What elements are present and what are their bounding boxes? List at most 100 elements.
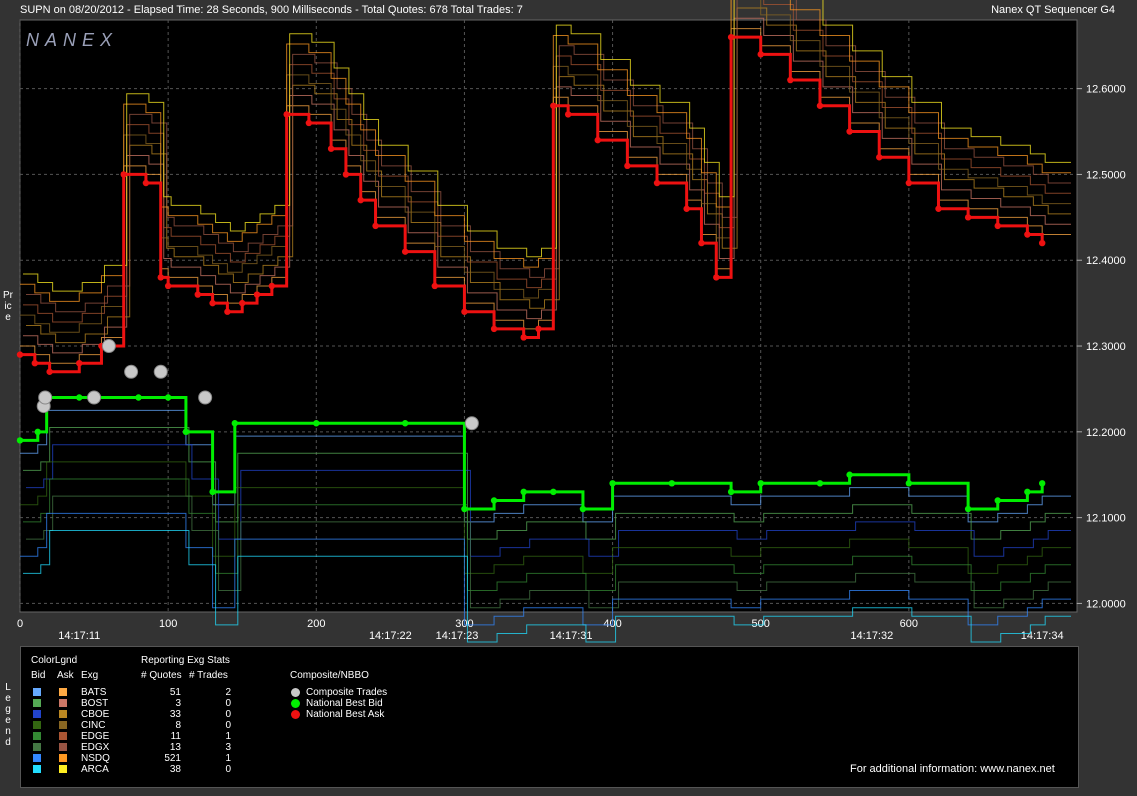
exchange-quotes: 3 <box>175 698 181 709</box>
composite-marker <box>291 688 300 697</box>
exchange-quotes: 8 <box>175 720 181 731</box>
bid-swatch <box>33 710 41 718</box>
best-ask-point <box>727 33 735 41</box>
best-ask-point <box>535 325 542 333</box>
best-bid-point <box>401 420 409 427</box>
exchange-name: CINC <box>81 720 106 731</box>
best-bid-point <box>135 394 142 401</box>
col-trades-header: # Trades <box>189 670 228 681</box>
x-tick-label: 100 <box>159 618 177 630</box>
best-ask-point <box>461 308 468 315</box>
exchange-name: BATS <box>81 687 107 698</box>
composite-trade-point <box>124 364 139 379</box>
best-bid-point <box>231 420 239 427</box>
composite-label: National Best Ask <box>306 709 385 720</box>
best-ask-point <box>550 102 557 109</box>
best-bid-point <box>461 505 468 513</box>
best-ask-point <box>224 308 231 315</box>
best-bid-point <box>164 394 172 401</box>
best-bid-point <box>550 488 557 496</box>
best-ask-point <box>490 325 498 333</box>
y-axis-label: Price <box>3 290 13 323</box>
best-bid-point <box>1024 488 1031 496</box>
best-ask-point <box>683 205 690 212</box>
best-ask-point <box>194 291 201 298</box>
composite-trade-point <box>153 364 168 379</box>
best-bid-point <box>1038 480 1046 487</box>
best-ask-point <box>787 76 794 84</box>
best-ask-point <box>1038 239 1046 247</box>
y-tick-label: 12.4000 <box>1086 255 1126 267</box>
y-tick-label: 12.6000 <box>1086 84 1126 96</box>
time-label: 14:17:22 <box>369 630 412 642</box>
x-tick-label: 200 <box>307 618 325 630</box>
best-ask-point <box>142 179 150 187</box>
ask-swatch <box>59 732 67 740</box>
bid-swatch <box>33 732 41 740</box>
composite-trade-point <box>198 390 213 405</box>
best-ask-point <box>46 368 53 375</box>
best-ask-point <box>209 299 216 307</box>
best-bid-point <box>727 488 735 496</box>
best-ask-point <box>305 119 313 127</box>
exchange-trades: 1 <box>225 731 231 742</box>
best-bid-point <box>609 480 616 487</box>
exchange-quotes: 11 <box>170 731 181 742</box>
y-tick-label: 12.5000 <box>1086 169 1126 181</box>
composite-marker <box>291 699 300 708</box>
best-ask-point <box>431 282 438 290</box>
best-bid-point <box>490 497 498 504</box>
exchange-trades: 0 <box>225 764 231 775</box>
best-bid-point <box>16 437 24 444</box>
best-bid-point <box>757 480 764 487</box>
y-tick-label: 12.2000 <box>1086 427 1126 439</box>
stats-title: Reporting Exg Stats <box>141 655 230 666</box>
bid-swatch <box>33 688 41 696</box>
best-bid-point <box>994 497 1001 504</box>
ask-swatch <box>59 765 67 773</box>
best-ask-point <box>357 196 364 204</box>
best-ask-point <box>253 291 261 298</box>
composite-label: Composite Trades <box>306 687 388 698</box>
best-bid-point <box>846 471 853 478</box>
time-label: 14:17:11 <box>58 630 100 642</box>
time-label: 14:17:34 <box>1021 630 1064 642</box>
footer-link[interactable]: For additional information: www.nanex.ne… <box>850 763 1055 775</box>
exchange-trades: 0 <box>225 720 231 731</box>
y-tick-label: 12.1000 <box>1086 513 1126 525</box>
exchange-quotes: 51 <box>169 687 181 698</box>
plot-area <box>19 19 1078 613</box>
best-ask-point <box>564 111 572 118</box>
bid-swatch <box>33 754 41 762</box>
chart-title: SUPN on 08/20/2012 - Elapsed Time: 28 Se… <box>20 4 523 16</box>
exchange-name: ARCA <box>81 764 109 775</box>
exchange-trades: 2 <box>225 687 231 698</box>
best-bid-point <box>579 505 587 513</box>
legend-panel: ColorLgnd Reporting Exg Stats Bid Ask Ex… <box>20 646 1079 788</box>
composite-trade-point <box>38 390 53 405</box>
exchange-quotes: 13 <box>169 742 181 753</box>
best-ask-point <box>698 239 705 247</box>
bid-swatch <box>33 743 41 751</box>
best-ask-point <box>1024 231 1031 238</box>
col-ask-header: Ask <box>57 670 74 681</box>
best-ask-point <box>16 351 24 358</box>
best-ask-point <box>239 299 246 307</box>
best-bid-point <box>34 428 41 436</box>
y-tick-label: 12.3000 <box>1086 341 1126 353</box>
best-bid-point <box>313 420 320 427</box>
best-bid-point <box>668 480 676 487</box>
x-tick-label: 600 <box>900 618 918 630</box>
best-bid-point <box>816 480 824 487</box>
exchange-trades: 1 <box>225 753 231 764</box>
best-ask-point <box>624 162 631 170</box>
color-legend-title: ColorLgnd <box>31 655 78 666</box>
legend-side-label: Legend <box>5 682 11 748</box>
composite-title: Composite/NBBO <box>290 670 369 681</box>
best-bid-point <box>520 488 527 496</box>
ask-swatch <box>59 721 67 729</box>
exchange-trades: 3 <box>225 742 231 753</box>
exchange-quotes: 33 <box>169 709 181 720</box>
best-ask-point <box>372 222 379 230</box>
best-ask-point <box>713 274 720 281</box>
